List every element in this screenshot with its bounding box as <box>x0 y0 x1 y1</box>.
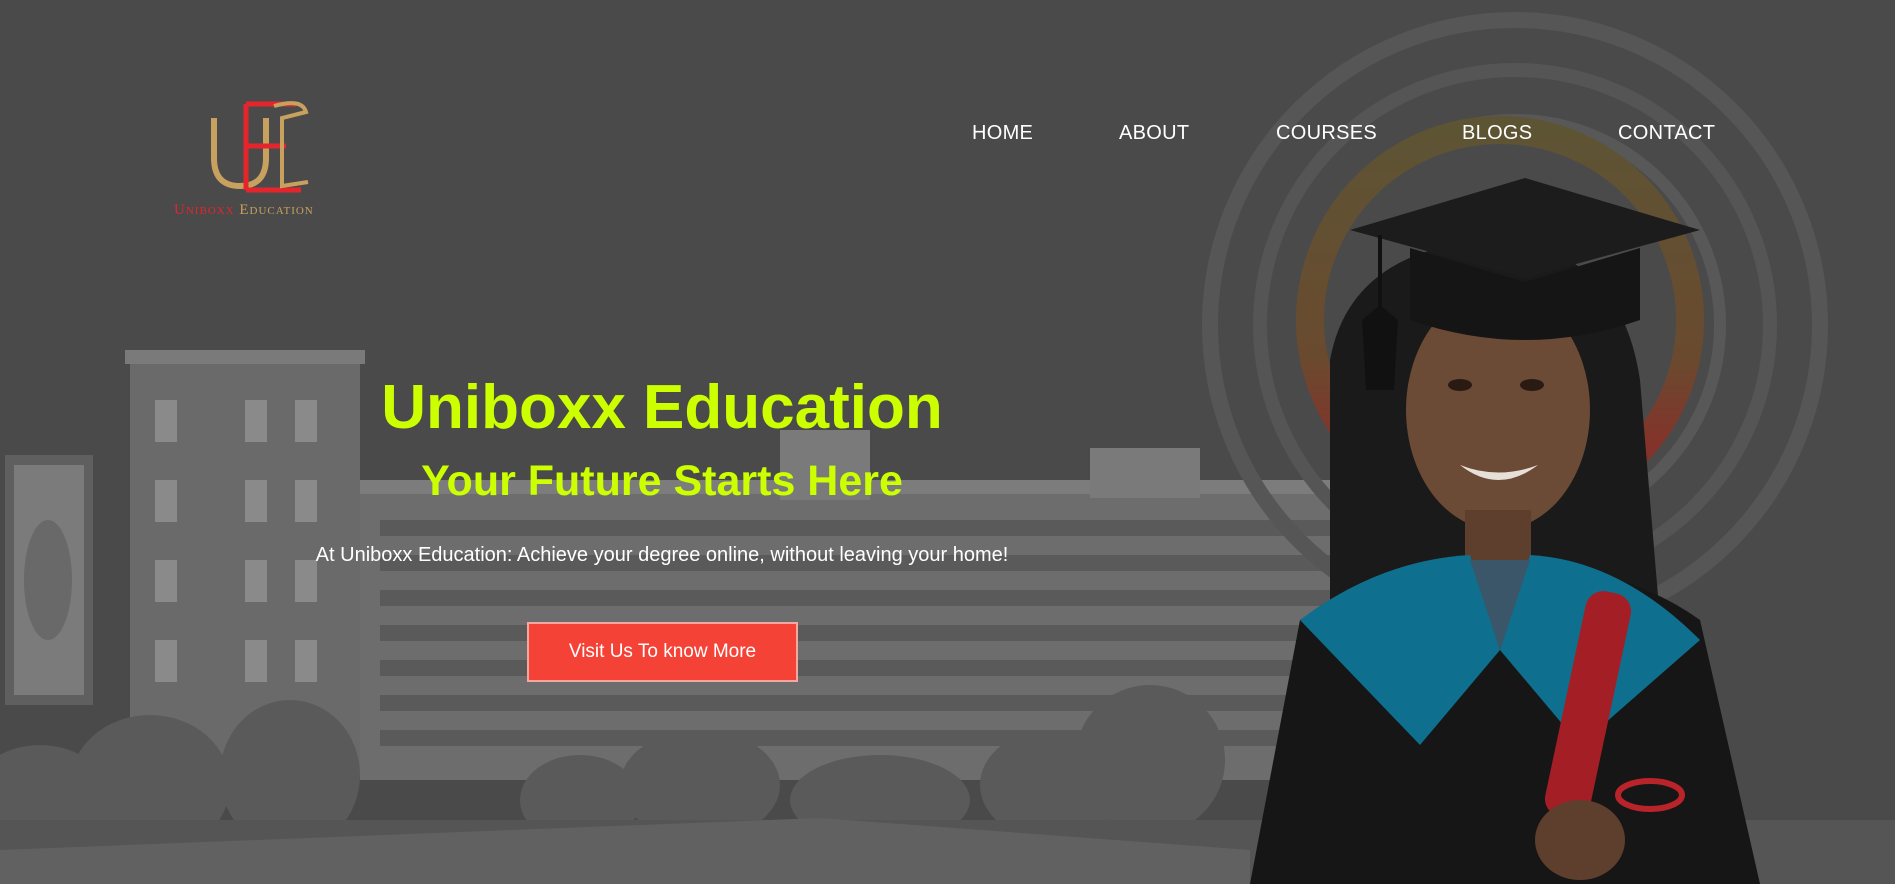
hero-title: Uniboxx Education <box>381 373 943 442</box>
hero-section: Uniboxx Education HOME ABOUT COURSES BLO… <box>0 0 1895 884</box>
nav-item-courses[interactable]: COURSES <box>1276 122 1377 145</box>
nav-item-home[interactable]: HOME <box>972 122 1033 145</box>
uniboxx-logo[interactable]: Uniboxx Education <box>170 98 370 228</box>
nav-item-about[interactable]: ABOUT <box>1119 122 1189 145</box>
hero-description: At Uniboxx Education: Achieve your degre… <box>315 544 1009 566</box>
hero-subtitle: Your Future Starts Here <box>421 457 903 505</box>
logo-wordmark: Uniboxx Education <box>174 202 364 219</box>
logo-name-part2: Education <box>239 202 314 218</box>
nav-item-blogs[interactable]: BLOGS <box>1462 122 1532 145</box>
main-navigation: HOME ABOUT COURSES BLOGS CONTACT <box>0 122 1895 152</box>
visit-us-button[interactable]: Visit Us To know More <box>527 622 798 682</box>
logo-name-part1: Uniboxx <box>174 202 235 218</box>
nav-item-contact[interactable]: CONTACT <box>1618 122 1715 145</box>
